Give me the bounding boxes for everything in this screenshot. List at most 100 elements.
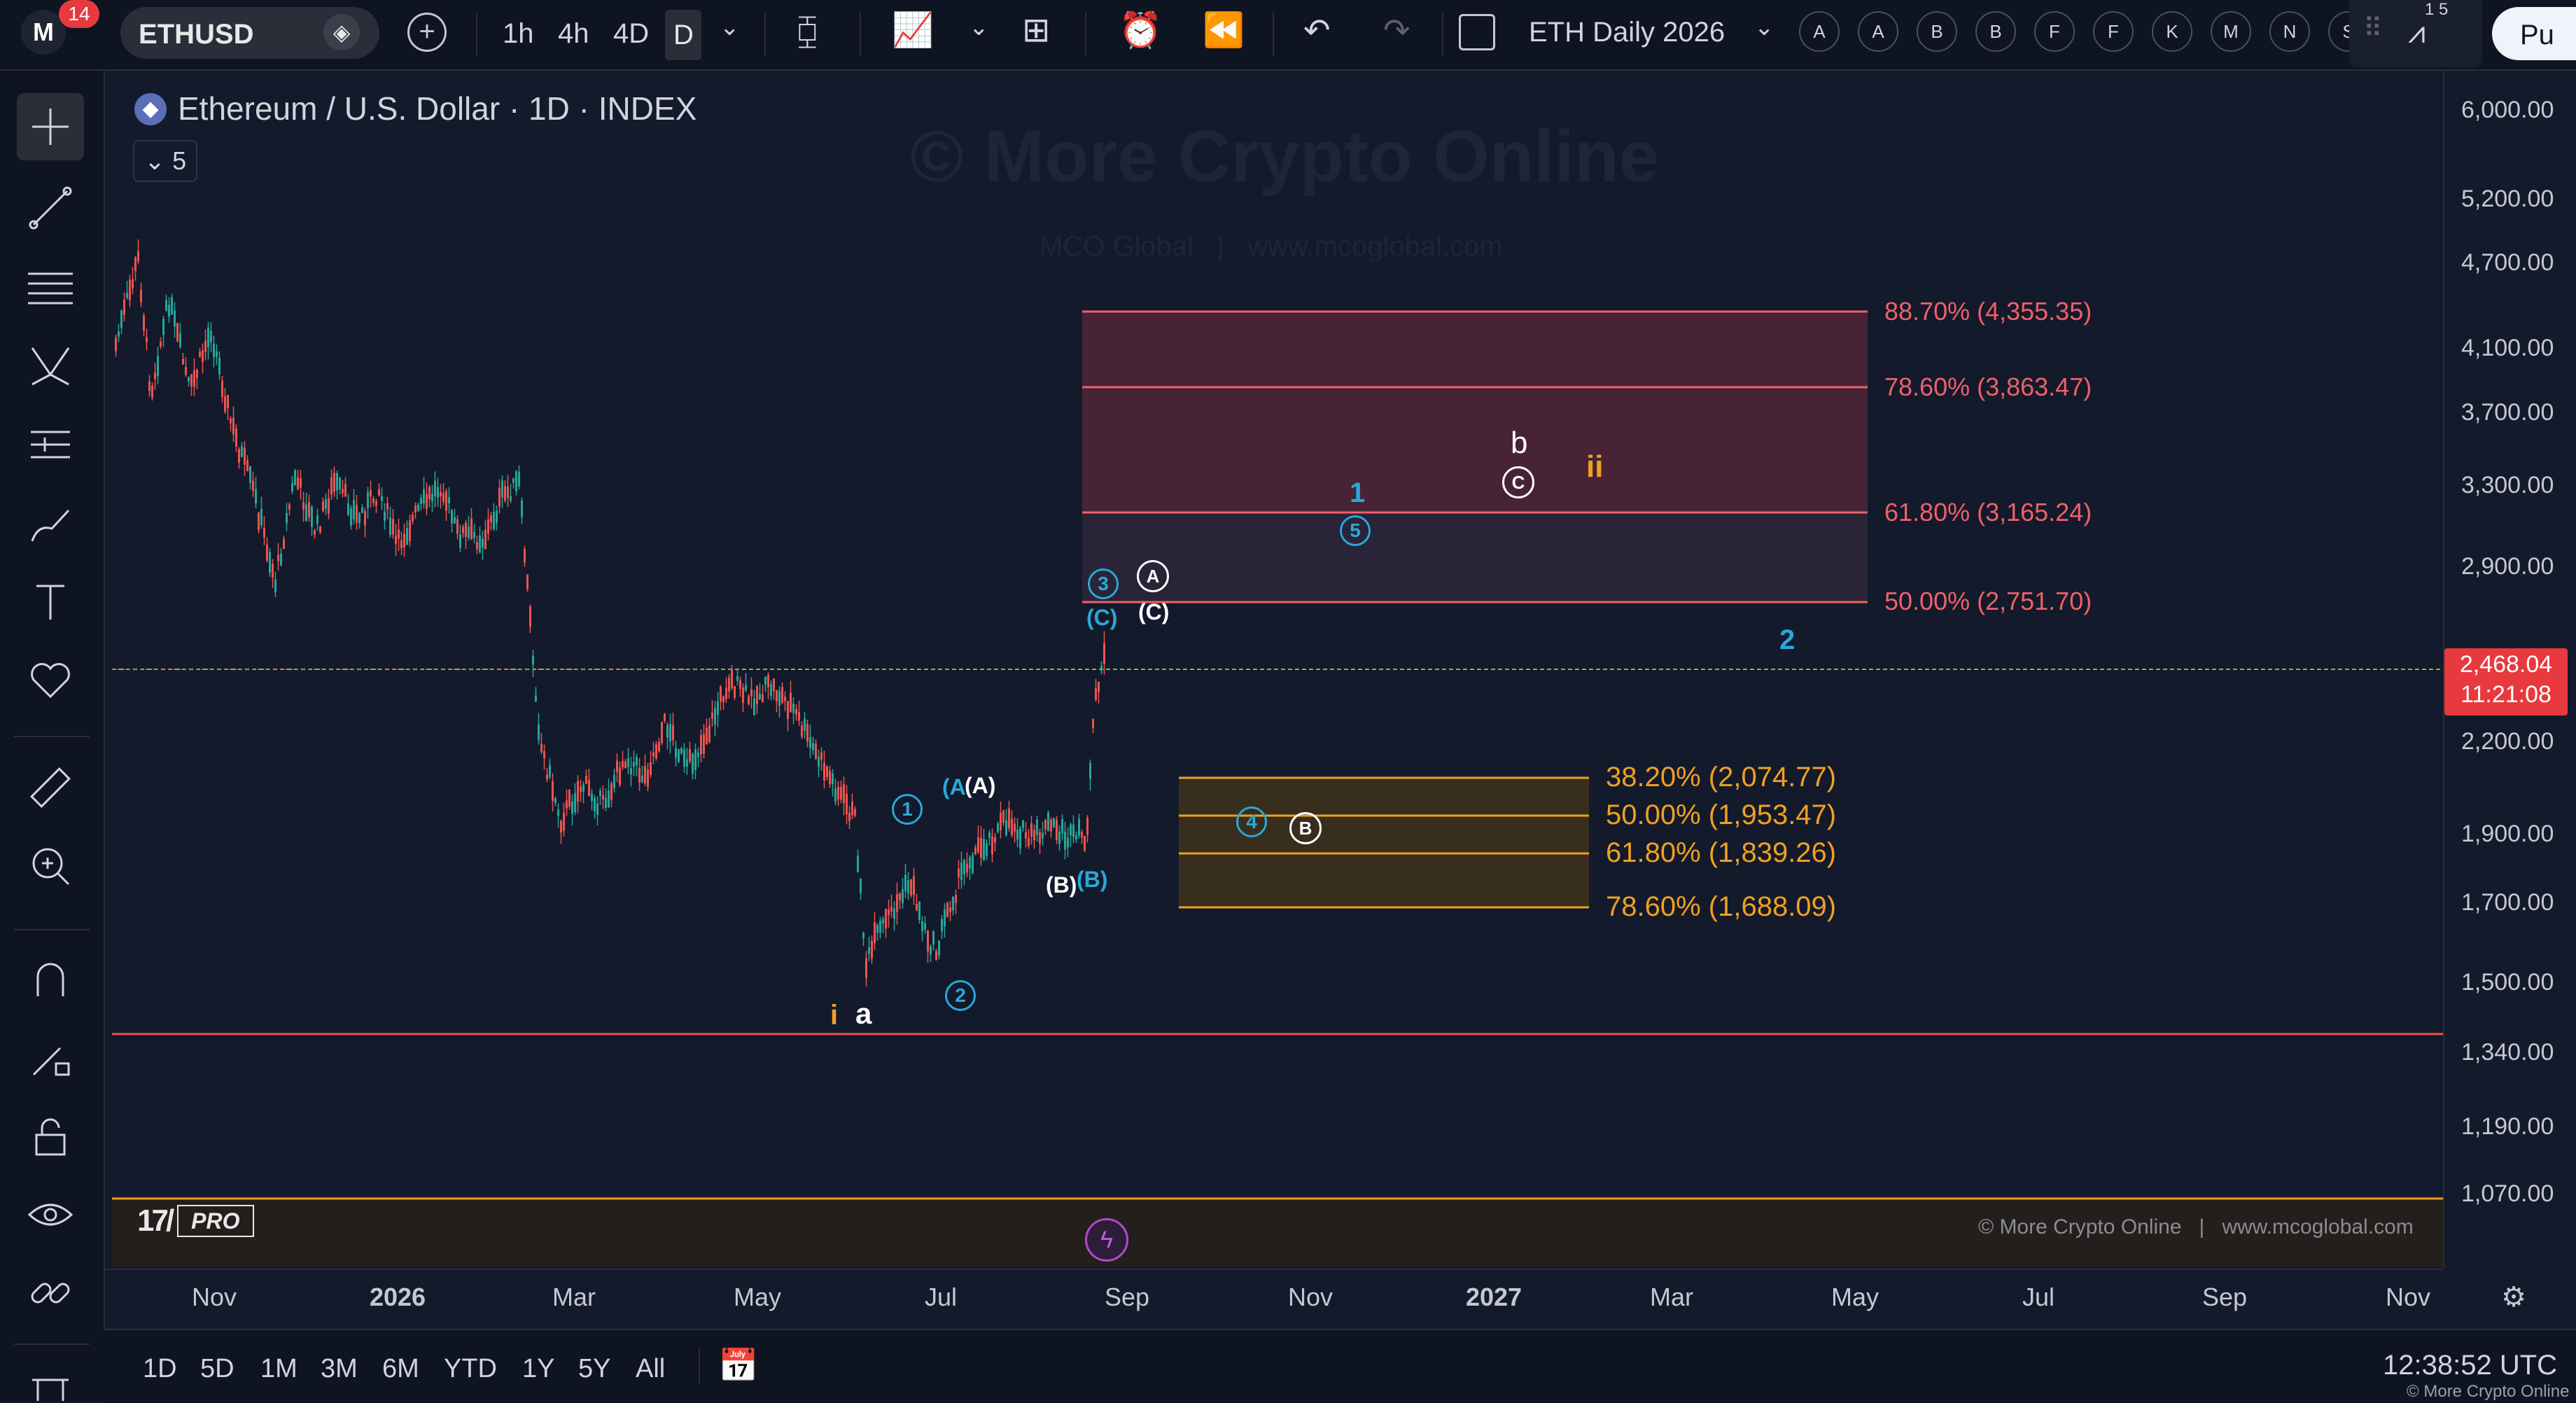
lock-icon[interactable] <box>17 1103 84 1170</box>
candle-body <box>428 487 430 499</box>
redo-icon[interactable]: ↷ <box>1383 14 1410 46</box>
price-axis[interactable] <box>2443 71 2576 1268</box>
price-tick: 1,700.00 <box>2461 889 2554 916</box>
pattern-tool-icon[interactable] <box>17 333 84 400</box>
indicators-toggle[interactable]: ⌄ 5 <box>133 140 197 182</box>
axis-settings-icon[interactable]: ⚙ <box>2498 1281 2530 1313</box>
wave-pattern-icon[interactable]: ⩘ <box>2408 15 2426 50</box>
candle-body <box>711 712 713 719</box>
candle-body <box>594 797 596 811</box>
candle-body <box>146 337 148 342</box>
candle-body <box>552 781 554 802</box>
alert-button[interactable]: K <box>2152 11 2192 52</box>
candle-body <box>367 491 369 508</box>
candle-body <box>731 668 733 688</box>
add-symbol-icon[interactable]: + <box>407 13 447 52</box>
range-1m[interactable]: 1M <box>260 1354 298 1384</box>
eye-icon[interactable] <box>17 1181 84 1248</box>
timeframe-4d[interactable]: 4D <box>613 20 649 48</box>
layout-name[interactable]: ETH Daily 2026 <box>1529 18 1725 46</box>
candle-body <box>874 922 876 944</box>
candle-body <box>221 380 223 398</box>
publish-button[interactable]: Pu <box>2492 7 2576 60</box>
ruler-icon[interactable] <box>17 754 84 821</box>
fib-levels-icon[interactable] <box>17 254 84 321</box>
trash-icon[interactable] <box>17 1366 84 1401</box>
alert-button[interactable]: B <box>1975 11 2016 52</box>
timeframe-d-active[interactable]: D <box>665 10 701 60</box>
pencil-lock-icon[interactable] <box>17 1024 84 1091</box>
symbol-gem-icon[interactable]: ◈ <box>323 14 360 50</box>
range-1y[interactable]: 1Y <box>522 1354 554 1384</box>
candle-body <box>297 477 299 489</box>
range-3m[interactable]: 3M <box>321 1354 358 1384</box>
candle-body <box>647 769 649 787</box>
alert-button[interactable]: B <box>1917 11 1957 52</box>
candle-body <box>524 549 526 563</box>
candle-body <box>151 386 153 398</box>
candle-body <box>823 762 825 781</box>
alert-button[interactable]: N <box>2269 11 2310 52</box>
zoom-in-icon[interactable] <box>17 832 84 900</box>
candle-body <box>400 540 402 548</box>
candle-body <box>913 876 915 895</box>
alert-button[interactable]: F <box>2093 11 2134 52</box>
tradingview-logo[interactable]: 17/ PRO <box>137 1203 254 1238</box>
chart-area[interactable]: © More Crypto Online MCO Global | www.mc… <box>0 0 2576 1402</box>
alert-button[interactable]: M <box>2211 11 2251 52</box>
candle-body <box>316 515 318 524</box>
candle-body <box>325 499 327 509</box>
timeframe-d-label: D <box>673 20 694 50</box>
drag-handle-icon[interactable]: ⠿ <box>2363 13 2383 44</box>
candle-body <box>143 315 145 331</box>
floating-widget[interactable]: ⠿ 1 5 ⩘ <box>2349 0 2482 67</box>
candle-body <box>431 494 433 502</box>
indicators-chevron-down-icon[interactable]: ⌄ <box>969 15 989 39</box>
text-tool-icon[interactable] <box>17 568 84 635</box>
timeframe-4h[interactable]: 4h <box>558 20 589 48</box>
forecast-tool-icon[interactable] <box>17 411 84 478</box>
range-all[interactable]: All <box>636 1354 665 1384</box>
range-6m[interactable]: 6M <box>382 1354 419 1384</box>
alert-clock-icon[interactable]: ⏰ <box>1119 13 1162 48</box>
wave-circle-5: 5 <box>1340 515 1371 546</box>
layout-square-icon[interactable] <box>1459 14 1495 50</box>
magnet-icon[interactable] <box>17 946 84 1013</box>
trend-line-icon[interactable] <box>17 174 84 242</box>
time-axis[interactable] <box>104 1269 2443 1330</box>
candle-body <box>1092 718 1094 728</box>
alert-button[interactable]: A <box>1858 11 1898 52</box>
indicators-icon[interactable]: 📈 <box>892 14 934 48</box>
candle-body <box>188 377 190 382</box>
heart-icon[interactable] <box>17 646 84 713</box>
candle-body <box>434 480 436 496</box>
timeframe-chevron-down-icon[interactable]: ⌄ <box>720 15 740 39</box>
resistance-zone-lower <box>1082 512 1868 602</box>
candle-body <box>423 489 425 504</box>
range-ytd[interactable]: YTD <box>444 1354 497 1384</box>
link-icon[interactable] <box>17 1259 84 1327</box>
layout-chevron-down-icon[interactable]: ⌄ <box>1754 15 1774 39</box>
crosshair-icon[interactable] <box>17 93 84 160</box>
brush-icon[interactable] <box>17 489 84 557</box>
candle-body <box>986 843 988 856</box>
lightning-icon[interactable]: ϟ <box>1085 1218 1128 1262</box>
range-5d[interactable]: 5D <box>200 1354 234 1384</box>
alert-button[interactable]: F <box>2034 11 2075 52</box>
utc-clock[interactable]: 12:38:52 UTC <box>2383 1350 2557 1381</box>
undo-icon[interactable]: ↶ <box>1303 14 1331 46</box>
timeframe-1h[interactable]: 1h <box>503 20 534 48</box>
range-5y[interactable]: 5Y <box>578 1354 610 1384</box>
replay-rewind-icon[interactable]: ⏪ <box>1203 14 1245 48</box>
chart-title[interactable]: Ethereum / U.S. Dollar · 1D · INDEX <box>178 90 696 127</box>
templates-grid-icon[interactable]: ⊞ <box>1022 14 1050 48</box>
candle-body <box>350 508 352 526</box>
candles-style-icon[interactable]: ⧮ <box>797 14 818 48</box>
symbol-search[interactable]: ETHUSD ◈ <box>120 7 379 59</box>
candle-body <box>927 930 929 951</box>
candle-body <box>482 538 484 548</box>
calendar-range-icon[interactable]: 📅 <box>718 1346 758 1385</box>
range-1d[interactable]: 1D <box>143 1354 177 1384</box>
alert-button[interactable]: A <box>1799 11 1840 52</box>
candle-body <box>384 511 386 521</box>
